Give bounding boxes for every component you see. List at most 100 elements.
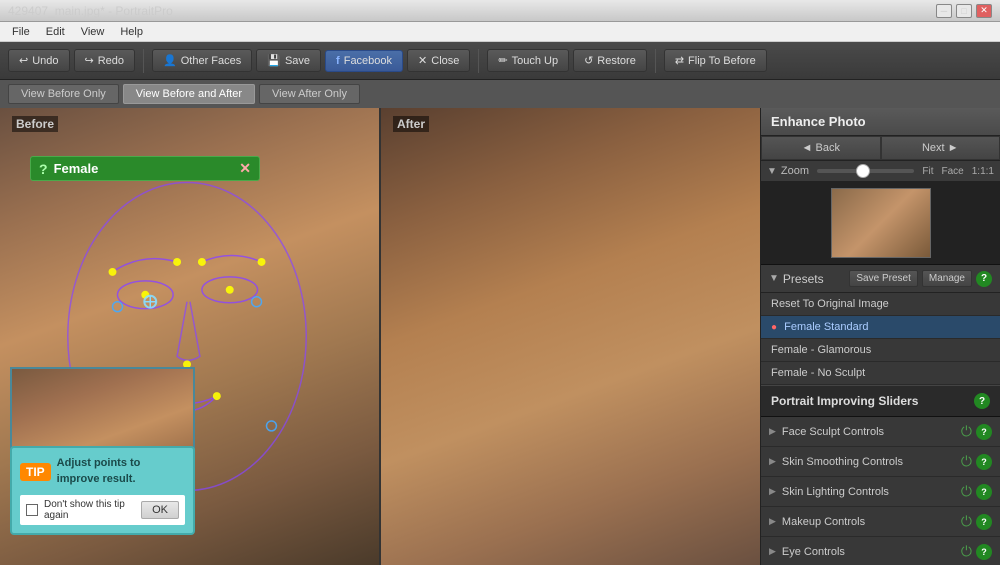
after-label: After — [393, 116, 429, 132]
other-faces-icon: 👤 — [163, 54, 177, 67]
enhance-title: Enhance Photo — [771, 114, 866, 129]
slider-skin-smoothing-power[interactable]: ⏻ — [961, 453, 972, 470]
titlebar-controls: ─ □ ✕ — [936, 4, 992, 18]
tip-checkbox[interactable] — [26, 504, 38, 516]
enhance-photo-header: Enhance Photo — [761, 108, 1000, 136]
zoom-slider[interactable] — [817, 169, 914, 173]
preset-reset-label: Reset To Original Image — [771, 298, 889, 310]
flip-to-before-button[interactable]: ⇄ Flip To Before — [664, 49, 767, 72]
slider-eye-power[interactable]: ⏻ — [961, 543, 972, 560]
flip-icon: ⇄ — [675, 54, 684, 67]
menubar: File Edit View Help — [0, 22, 1000, 42]
close-button[interactable]: ✕ Close — [407, 49, 470, 72]
slider-makeup[interactable]: ▶ Makeup Controls ⏻ ? — [761, 507, 1000, 537]
tip-text: Adjust points to improve result. — [57, 456, 185, 487]
tip-ok-button[interactable]: OK — [141, 501, 179, 519]
close-icon: ✕ — [418, 54, 427, 67]
titlebar-title: 429407_main.jpg* - PortraitPro — [8, 4, 173, 18]
after-image — [381, 108, 760, 565]
slider-eye[interactable]: ▶ Eye Controls ⏻ ? — [761, 537, 1000, 565]
other-faces-button[interactable]: 👤 Other Faces — [152, 49, 252, 72]
save-button[interactable]: 💾 Save — [256, 49, 321, 72]
back-button[interactable]: ◄ Back — [761, 136, 881, 160]
view-before-only-button[interactable]: View Before Only — [8, 84, 119, 104]
zoom-value: 1:1:1 — [972, 166, 994, 177]
restore-button[interactable]: ↺ Restore — [573, 49, 647, 72]
slider-skin-lighting-help[interactable]: ? — [976, 484, 992, 500]
preset-female-no-sculpt[interactable]: Female - No Sculpt — [761, 362, 1000, 385]
preset-female-standard[interactable]: ● Female Standard — [761, 316, 1000, 339]
save-preset-button[interactable]: Save Preset — [849, 270, 917, 287]
redo-button[interactable]: ↪ Redo — [74, 49, 136, 72]
slider-face-sculpt[interactable]: ▶ Face Sculpt Controls ⏻ ? — [761, 417, 1000, 447]
preset-female-no-sculpt-label: Female - No Sculpt — [771, 367, 865, 379]
presets-help-button[interactable]: ? — [976, 271, 992, 287]
gender-label-overlay: ? Female ✕ — [30, 156, 260, 181]
before-panel: Before ? Female ✕ — [0, 108, 381, 565]
slider-skin-lighting-label: Skin Lighting Controls — [782, 486, 961, 498]
undo-button[interactable]: ↩ Undo — [8, 49, 70, 72]
gender-question-icon: ? — [39, 161, 48, 177]
slider-skin-smoothing-label: Skin Smoothing Controls — [782, 456, 961, 468]
nav-row: ◄ Back Next ► — [761, 136, 1000, 161]
slider-skin-smoothing-help[interactable]: ? — [976, 454, 992, 470]
slider-face-sculpt-power[interactable]: ⏻ — [961, 423, 972, 440]
minimize-button[interactable]: ─ — [936, 4, 952, 18]
maximize-button[interactable]: □ — [956, 4, 972, 18]
sep-1 — [143, 49, 144, 73]
facebook-button[interactable]: f Facebook — [325, 50, 403, 72]
slider-face-sculpt-arrow: ▶ — [769, 426, 776, 437]
presets-arrow[interactable]: ▼ — [769, 273, 779, 284]
preset-female-glamorous-label: Female - Glamorous — [771, 344, 871, 356]
slider-eye-label: Eye Controls — [782, 546, 961, 558]
after-panel: After — [381, 108, 760, 565]
slider-makeup-power[interactable]: ⏻ — [961, 513, 972, 530]
manage-presets-button[interactable]: Manage — [922, 270, 972, 287]
slider-face-sculpt-help[interactable]: ? — [976, 424, 992, 440]
slider-skin-lighting[interactable]: ▶ Skin Lighting Controls ⏻ ? — [761, 477, 1000, 507]
slider-skin-lighting-arrow: ▶ — [769, 486, 776, 497]
preset-reset[interactable]: Reset To Original Image — [761, 293, 1000, 316]
zoom-face-button[interactable]: Face — [942, 166, 964, 177]
slider-eye-help[interactable]: ? — [976, 544, 992, 560]
facebook-icon: f — [336, 55, 340, 67]
gender-close-button[interactable]: ✕ — [239, 160, 251, 177]
right-panel: Enhance Photo ◄ Back Next ► ▼ Zoom Fit F… — [760, 108, 1000, 565]
zoom-collapse-arrow[interactable]: ▼ — [767, 166, 777, 177]
menu-file[interactable]: File — [4, 24, 38, 40]
slider-skin-smoothing[interactable]: ▶ Skin Smoothing Controls ⏻ ? — [761, 447, 1000, 477]
sep-2 — [478, 49, 479, 73]
zoom-thumb[interactable] — [856, 164, 870, 178]
sliders-header: Portrait Improving Sliders ? — [761, 385, 1000, 417]
next-button[interactable]: Next ► — [881, 136, 1000, 160]
tip-footer: Don't show this tip again OK — [20, 495, 185, 525]
toolbar: ↩ Undo ↪ Redo 👤 Other Faces 💾 Save f Fac… — [0, 42, 1000, 80]
menu-help[interactable]: Help — [112, 24, 151, 40]
tip-header: TIP Adjust points to improve result. — [20, 456, 185, 487]
slider-makeup-help[interactable]: ? — [976, 514, 992, 530]
menu-view[interactable]: View — [73, 24, 113, 40]
view-before-after-button[interactable]: View Before and After — [123, 84, 255, 104]
sliders-help-button[interactable]: ? — [974, 393, 990, 409]
preset-female-glamorous[interactable]: Female - Glamorous — [761, 339, 1000, 362]
slider-skin-lighting-power[interactable]: ⏻ — [961, 483, 972, 500]
view-after-only-button[interactable]: View After Only — [259, 84, 360, 104]
tip-badge: TIP — [20, 463, 51, 481]
dont-show-label: Don't show this tip again — [44, 499, 135, 521]
tip-box: TIP Adjust points to improve result. Don… — [10, 446, 195, 535]
gender-text: Female — [54, 161, 99, 176]
preset-female-standard-label: Female Standard — [784, 321, 868, 333]
restore-icon: ↺ — [584, 54, 593, 67]
zoom-fit-button[interactable]: Fit — [922, 166, 933, 177]
menu-edit[interactable]: Edit — [38, 24, 73, 40]
slider-skin-smoothing-arrow: ▶ — [769, 456, 776, 467]
titlebar: 429407_main.jpg* - PortraitPro ─ □ ✕ — [0, 0, 1000, 22]
slider-makeup-arrow: ▶ — [769, 516, 776, 527]
presets-header: ▼ Presets Save Preset Manage ? — [761, 265, 1000, 293]
zoom-row: ▼ Zoom Fit Face 1:1:1 — [761, 161, 1000, 182]
thumbnail-area — [761, 182, 1000, 265]
save-icon: 💾 — [267, 54, 281, 67]
slider-eye-arrow: ▶ — [769, 546, 776, 557]
touch-up-button[interactable]: ✏ Touch Up — [487, 49, 569, 72]
window-close-button[interactable]: ✕ — [976, 4, 992, 18]
